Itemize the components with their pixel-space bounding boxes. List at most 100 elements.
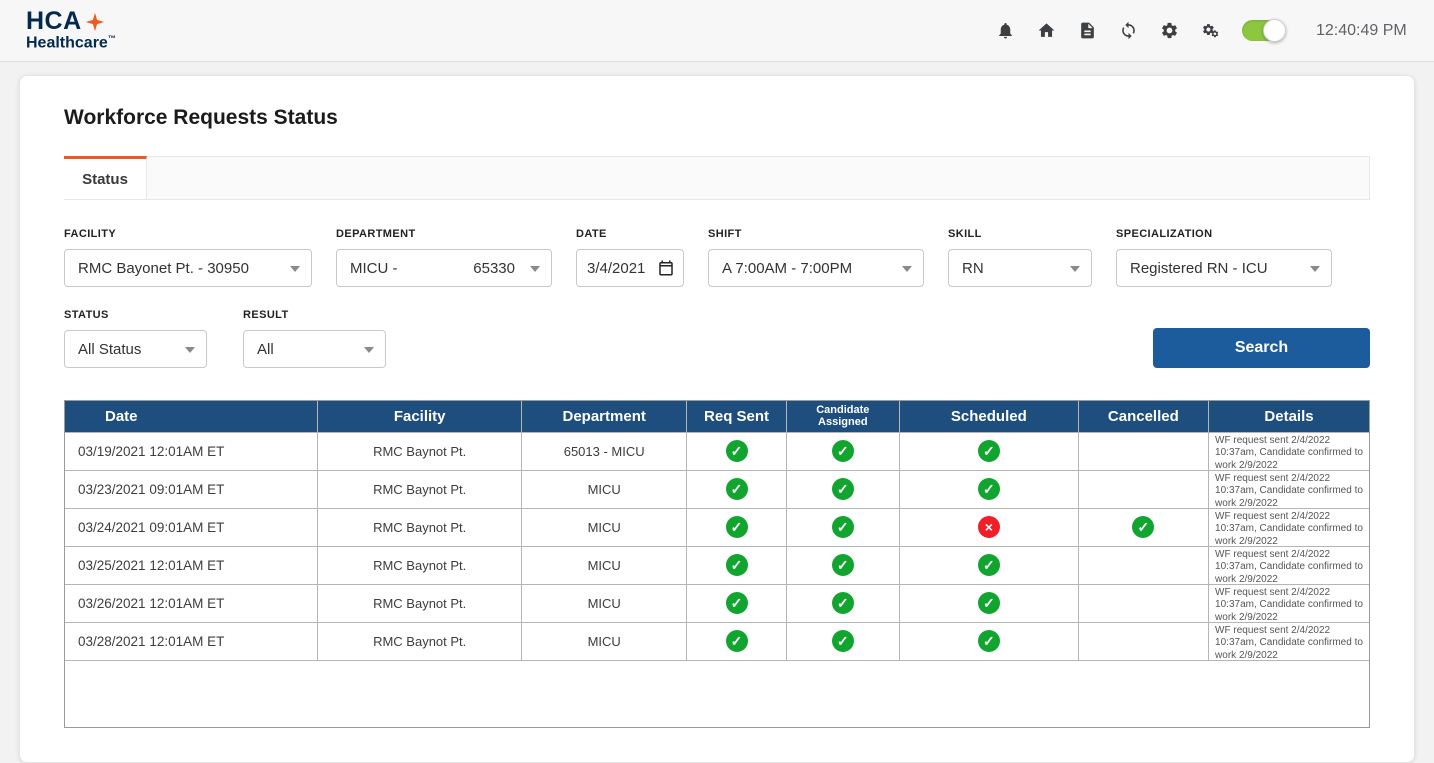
shift-select[interactable]: A 7:00AM - 7:00PM bbox=[708, 249, 924, 287]
notifications-bell-icon[interactable] bbox=[996, 21, 1015, 40]
check-icon: ✓ bbox=[726, 478, 748, 500]
cell-req_sent: ✓ bbox=[687, 432, 786, 470]
status-label: STATUS bbox=[64, 309, 207, 321]
results-table-wrap: Date Facility Department Req Sent Candid… bbox=[64, 400, 1370, 728]
details-text: WF request sent 2/4/2022 10:37am, Candid… bbox=[1215, 473, 1363, 506]
filters-row-2: STATUS All Status RESULT All Search bbox=[64, 309, 1370, 368]
cell-cancelled bbox=[1078, 622, 1208, 660]
specialization-value: Registered RN - ICU bbox=[1130, 260, 1268, 277]
col-header-date: Date bbox=[65, 401, 318, 432]
candidate-header-line1: Candidate bbox=[787, 404, 899, 416]
search-button[interactable]: Search bbox=[1153, 328, 1370, 368]
table-row: 03/26/2021 12:01AM ETRMC Baynot Pt.MICU✓… bbox=[65, 584, 1369, 622]
cell-cancelled bbox=[1078, 432, 1208, 470]
cell-details: WF request sent 2/4/2022 10:37am, Candid… bbox=[1209, 622, 1369, 660]
cell-cancelled bbox=[1078, 470, 1208, 508]
table-header-row: Date Facility Department Req Sent Candid… bbox=[65, 401, 1369, 432]
cell-details: WF request sent 2/4/2022 10:37am, Candid… bbox=[1209, 584, 1369, 622]
toggle-knob bbox=[1263, 19, 1286, 42]
skill-select[interactable]: RN bbox=[948, 249, 1092, 287]
cell-date: 03/26/2021 12:01AM ET bbox=[65, 584, 318, 622]
cell-details: WF request sent 2/4/2022 10:37am, Candid… bbox=[1209, 508, 1369, 546]
department-value: MICU - bbox=[350, 260, 398, 277]
check-icon: ✓ bbox=[978, 478, 1000, 500]
check-icon: ✓ bbox=[832, 630, 854, 652]
availability-toggle[interactable] bbox=[1242, 20, 1284, 41]
page-title: Workforce Requests Status bbox=[64, 106, 1370, 130]
check-icon: ✓ bbox=[978, 554, 1000, 576]
status-select[interactable]: All Status bbox=[64, 330, 207, 368]
department-code: 65330 bbox=[473, 260, 515, 277]
check-icon: ✓ bbox=[1132, 516, 1154, 538]
cell-req_sent: ✓ bbox=[687, 508, 786, 546]
result-select[interactable]: All bbox=[243, 330, 386, 368]
cell-date: 03/25/2021 12:01AM ET bbox=[65, 546, 318, 584]
check-icon: ✓ bbox=[832, 516, 854, 538]
check-icon: ✓ bbox=[832, 440, 854, 462]
cell-department: MICU bbox=[521, 622, 687, 660]
cell-date: 03/24/2021 09:01AM ET bbox=[65, 508, 318, 546]
cell-details: WF request sent 2/4/2022 10:37am, Candid… bbox=[1209, 432, 1369, 470]
calendar-icon[interactable] bbox=[657, 259, 675, 277]
cell-scheduled: ✓ bbox=[900, 432, 1079, 470]
col-header-scheduled: Scheduled bbox=[900, 401, 1079, 432]
cell-candidate_assigned: ✓ bbox=[786, 508, 899, 546]
cell-department: MICU bbox=[521, 508, 687, 546]
table-row: 03/24/2021 09:01AM ETRMC Baynot Pt.MICU✓… bbox=[65, 508, 1369, 546]
col-header-department: Department bbox=[521, 401, 687, 432]
col-header-details: Details bbox=[1209, 401, 1369, 432]
chevron-down-icon bbox=[530, 266, 540, 272]
cell-scheduled: × bbox=[900, 508, 1079, 546]
hca-star-icon bbox=[85, 12, 105, 32]
facility-select[interactable]: RMC Bayonet Pt. - 30950 bbox=[64, 249, 312, 287]
cell-scheduled: ✓ bbox=[900, 622, 1079, 660]
specialization-field: SPECIALIZATION Registered RN - ICU bbox=[1116, 228, 1332, 287]
facility-label: FACILITY bbox=[64, 228, 312, 240]
cell-cancelled bbox=[1078, 546, 1208, 584]
date-label: DATE bbox=[576, 228, 684, 240]
cell-scheduled: ✓ bbox=[900, 584, 1079, 622]
check-icon: ✓ bbox=[726, 630, 748, 652]
result-value: All bbox=[257, 341, 274, 358]
result-label: RESULT bbox=[243, 309, 386, 321]
check-icon: ✓ bbox=[832, 592, 854, 614]
department-label: DEPARTMENT bbox=[336, 228, 552, 240]
refresh-icon[interactable] bbox=[1119, 21, 1138, 40]
check-icon: ✓ bbox=[726, 440, 748, 462]
check-icon: ✓ bbox=[978, 592, 1000, 614]
details-text: WF request sent 2/4/2022 10:37am, Candid… bbox=[1215, 587, 1363, 620]
cell-department: MICU bbox=[521, 546, 687, 584]
table-row: 03/19/2021 12:01AM ETRMC Baynot Pt.65013… bbox=[65, 432, 1369, 470]
table-row: 03/25/2021 12:01AM ETRMC Baynot Pt.MICU✓… bbox=[65, 546, 1369, 584]
chevron-down-icon bbox=[290, 266, 300, 272]
trademark: ™ bbox=[108, 34, 116, 43]
cell-facility: RMC Baynot Pt. bbox=[318, 584, 521, 622]
details-text: WF request sent 2/4/2022 10:37am, Candid… bbox=[1215, 625, 1363, 658]
settings-gear-icon[interactable] bbox=[1160, 21, 1179, 40]
col-header-cancelled: Cancelled bbox=[1078, 401, 1208, 432]
details-text: WF request sent 2/4/2022 10:37am, Candid… bbox=[1215, 435, 1363, 468]
result-field: RESULT All bbox=[243, 309, 386, 368]
cell-candidate_assigned: ✓ bbox=[786, 584, 899, 622]
skill-field: SKILL RN bbox=[948, 228, 1092, 287]
cell-candidate_assigned: ✓ bbox=[786, 622, 899, 660]
col-header-req-sent: Req Sent bbox=[687, 401, 786, 432]
cell-scheduled: ✓ bbox=[900, 546, 1079, 584]
date-input[interactable] bbox=[587, 260, 651, 277]
facility-field: FACILITY RMC Bayonet Pt. - 30950 bbox=[64, 228, 312, 287]
shift-value: A 7:00AM - 7:00PM bbox=[722, 260, 852, 277]
tab-status[interactable]: Status bbox=[64, 156, 147, 199]
shift-field: SHIFT A 7:00AM - 7:00PM bbox=[708, 228, 924, 287]
home-icon[interactable] bbox=[1037, 21, 1056, 40]
hca-logo[interactable]: HCA Healthcare™ bbox=[26, 9, 116, 51]
department-select[interactable]: MICU - 65330 bbox=[336, 249, 552, 287]
document-icon[interactable] bbox=[1078, 21, 1097, 40]
skill-value: RN bbox=[962, 260, 984, 277]
cell-candidate_assigned: ✓ bbox=[786, 432, 899, 470]
current-time: 12:40:49 PM bbox=[1316, 22, 1408, 40]
shift-label: SHIFT bbox=[708, 228, 924, 240]
services-gears-icon[interactable] bbox=[1201, 21, 1220, 40]
status-field: STATUS All Status bbox=[64, 309, 207, 368]
details-text: WF request sent 2/4/2022 10:37am, Candid… bbox=[1215, 549, 1363, 582]
specialization-select[interactable]: Registered RN - ICU bbox=[1116, 249, 1332, 287]
